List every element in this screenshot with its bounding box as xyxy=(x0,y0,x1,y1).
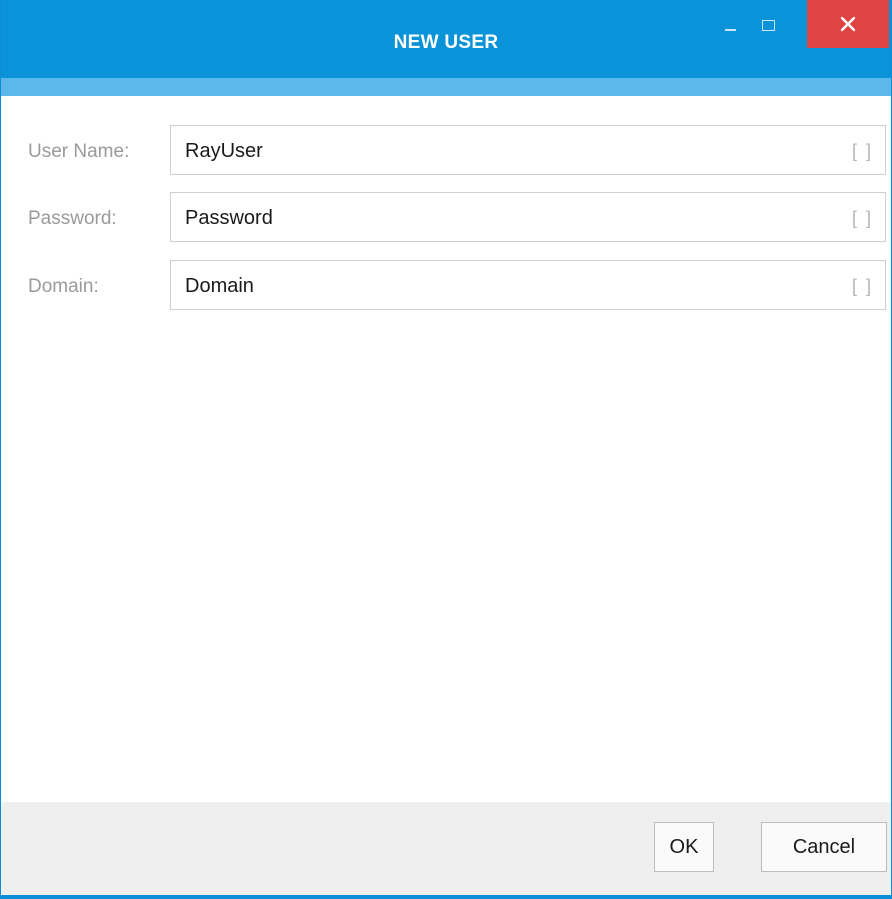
password-value: Password xyxy=(185,207,273,229)
user-name-expand-icon[interactable]: [ ] xyxy=(852,141,873,162)
domain-value: Domain xyxy=(185,275,254,297)
user-name-value: RayUser xyxy=(185,140,263,162)
close-icon xyxy=(840,16,856,32)
new-user-dialog: NEW USER User Name: RayUser [ ] Password… xyxy=(0,0,892,899)
field-row-password: Password: Password [ ] xyxy=(1,192,891,244)
dialog-footer: OK Cancel xyxy=(1,802,891,895)
user-name-input[interactable]: RayUser [ ] xyxy=(170,125,886,175)
cancel-button[interactable]: Cancel xyxy=(761,822,887,872)
title-bar[interactable]: NEW USER xyxy=(1,0,891,78)
minimize-icon xyxy=(724,29,736,31)
maximize-button[interactable] xyxy=(749,0,787,46)
domain-label: Domain: xyxy=(28,276,99,297)
domain-expand-icon[interactable]: [ ] xyxy=(852,276,873,297)
password-expand-icon[interactable]: [ ] xyxy=(852,208,873,229)
close-button[interactable] xyxy=(807,0,889,48)
ok-button[interactable]: OK xyxy=(654,822,714,872)
accent-strip xyxy=(1,78,891,96)
field-row-domain: Domain: Domain [ ] xyxy=(1,260,891,312)
minimize-button[interactable] xyxy=(711,0,749,46)
password-label: Password: xyxy=(28,208,117,229)
field-row-user-name: User Name: RayUser [ ] xyxy=(1,125,891,177)
maximize-icon xyxy=(761,19,775,31)
domain-input[interactable]: Domain [ ] xyxy=(170,260,886,310)
password-input[interactable]: Password [ ] xyxy=(170,192,886,242)
user-name-label: User Name: xyxy=(28,141,130,162)
